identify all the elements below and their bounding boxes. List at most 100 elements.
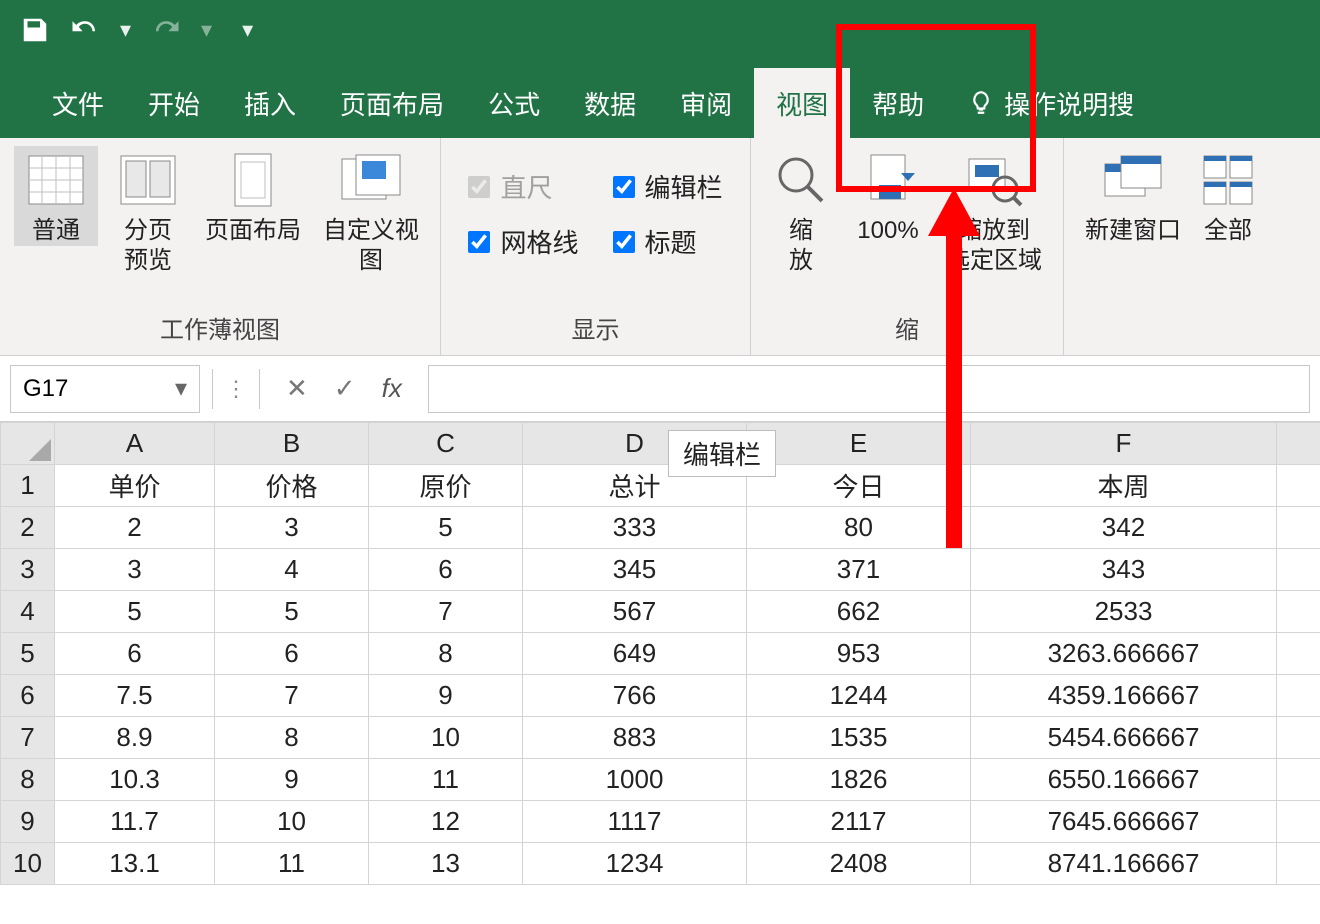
redo-icon[interactable]: [149, 15, 183, 45]
cell[interactable]: 2408: [747, 843, 971, 885]
cell[interactable]: 单价: [55, 465, 215, 507]
cell[interactable]: 11: [215, 843, 369, 885]
enter-icon[interactable]: ✓: [334, 373, 356, 404]
cell[interactable]: 649: [523, 633, 747, 675]
tab-help[interactable]: 帮助: [850, 68, 946, 138]
save-icon[interactable]: [20, 15, 50, 45]
view-custom-button[interactable]: 自定义视图: [316, 146, 426, 276]
cell[interactable]: 8: [369, 633, 523, 675]
cell[interactable]: 6: [55, 633, 215, 675]
cell[interactable]: [1277, 717, 1320, 759]
cell[interactable]: 1000: [523, 759, 747, 801]
select-all-corner[interactable]: [1, 423, 55, 465]
row-header[interactable]: 2: [1, 507, 55, 549]
cell[interactable]: 3: [55, 549, 215, 591]
cell[interactable]: 80: [747, 507, 971, 549]
tab-data[interactable]: 数据: [562, 68, 658, 138]
name-box[interactable]: G17 ▾: [10, 365, 200, 413]
fx-icon[interactable]: fx: [382, 373, 402, 404]
cell[interactable]: 345: [523, 549, 747, 591]
cell[interactable]: 10: [215, 801, 369, 843]
formula-input[interactable]: [428, 365, 1310, 413]
cell[interactable]: [1277, 465, 1320, 507]
view-pagelayout-button[interactable]: 页面布局: [198, 146, 308, 246]
cell[interactable]: [1277, 507, 1320, 549]
cell[interactable]: 8.9: [55, 717, 215, 759]
cell[interactable]: 883: [523, 717, 747, 759]
cancel-icon[interactable]: ✕: [286, 373, 308, 404]
new-window-button[interactable]: 新建窗口: [1078, 146, 1188, 246]
cell[interactable]: 333: [523, 507, 747, 549]
chk-gridlines-box[interactable]: [468, 231, 490, 253]
cell[interactable]: 12: [369, 801, 523, 843]
cell[interactable]: 6550.166667: [971, 759, 1277, 801]
row-header[interactable]: 10: [1, 843, 55, 885]
redo-dropdown-icon[interactable]: ▾: [201, 17, 212, 43]
cell[interactable]: 5: [215, 591, 369, 633]
cell[interactable]: [1277, 591, 1320, 633]
cell[interactable]: 13: [369, 843, 523, 885]
chk-headings[interactable]: 标题: [613, 223, 723, 260]
cell[interactable]: 567: [523, 591, 747, 633]
row-header[interactable]: 9: [1, 801, 55, 843]
zoom-button[interactable]: 缩 放: [765, 146, 837, 276]
col-header[interactable]: A: [55, 423, 215, 465]
cell[interactable]: 5: [55, 591, 215, 633]
row-header[interactable]: 8: [1, 759, 55, 801]
tell-me[interactable]: 操作说明搜: [946, 68, 1156, 138]
cell[interactable]: 10: [369, 717, 523, 759]
cell[interactable]: 9: [215, 759, 369, 801]
cell[interactable]: 953: [747, 633, 971, 675]
cell[interactable]: [1277, 549, 1320, 591]
cell[interactable]: [1277, 759, 1320, 801]
chk-formulabar[interactable]: 编辑栏: [613, 168, 723, 205]
cell[interactable]: 本周: [971, 465, 1277, 507]
cell[interactable]: 4359.166667: [971, 675, 1277, 717]
cell[interactable]: 10.3: [55, 759, 215, 801]
cell[interactable]: 342: [971, 507, 1277, 549]
cell[interactable]: 9: [369, 675, 523, 717]
cell[interactable]: 1234: [523, 843, 747, 885]
cell[interactable]: 343: [971, 549, 1277, 591]
arrange-all-button[interactable]: 全部: [1196, 146, 1260, 246]
col-header[interactable]: F: [971, 423, 1277, 465]
cell[interactable]: 8741.166667: [971, 843, 1277, 885]
cell[interactable]: 766: [523, 675, 747, 717]
qat-customize-icon[interactable]: ▾: [242, 17, 253, 43]
cell[interactable]: 1117: [523, 801, 747, 843]
cell[interactable]: 7: [215, 675, 369, 717]
row-header[interactable]: 6: [1, 675, 55, 717]
chk-formulabar-box[interactable]: [613, 176, 635, 198]
cell[interactable]: 2533: [971, 591, 1277, 633]
cell[interactable]: [1277, 801, 1320, 843]
cell[interactable]: 662: [747, 591, 971, 633]
chk-gridlines[interactable]: 网格线: [468, 223, 578, 260]
cell[interactable]: 1826: [747, 759, 971, 801]
cell[interactable]: 6: [215, 633, 369, 675]
col-header[interactable]: [1277, 423, 1320, 465]
view-pagebreak-button[interactable]: 分页 预览: [106, 146, 190, 276]
cell[interactable]: 11: [369, 759, 523, 801]
row-header[interactable]: 4: [1, 591, 55, 633]
tab-home[interactable]: 开始: [126, 68, 222, 138]
tab-insert[interactable]: 插入: [222, 68, 318, 138]
tab-file[interactable]: 文件: [30, 68, 126, 138]
name-box-dropdown-icon[interactable]: ▾: [175, 374, 187, 403]
cell[interactable]: 13.1: [55, 843, 215, 885]
cell[interactable]: 价格: [215, 465, 369, 507]
cell[interactable]: 8: [215, 717, 369, 759]
undo-icon[interactable]: [68, 15, 102, 45]
cell[interactable]: [1277, 843, 1320, 885]
cell[interactable]: 3: [215, 507, 369, 549]
cell[interactable]: 原价: [369, 465, 523, 507]
zoom-selection-button[interactable]: 缩放到 选定区域: [939, 146, 1049, 276]
cell[interactable]: 5454.666667: [971, 717, 1277, 759]
row-header[interactable]: 7: [1, 717, 55, 759]
tab-review[interactable]: 审阅: [658, 68, 754, 138]
cell[interactable]: 1535: [747, 717, 971, 759]
cell[interactable]: 371: [747, 549, 971, 591]
view-normal-button[interactable]: 普通: [14, 146, 98, 246]
tab-formula[interactable]: 公式: [466, 68, 562, 138]
col-header[interactable]: B: [215, 423, 369, 465]
cell[interactable]: [1277, 633, 1320, 675]
